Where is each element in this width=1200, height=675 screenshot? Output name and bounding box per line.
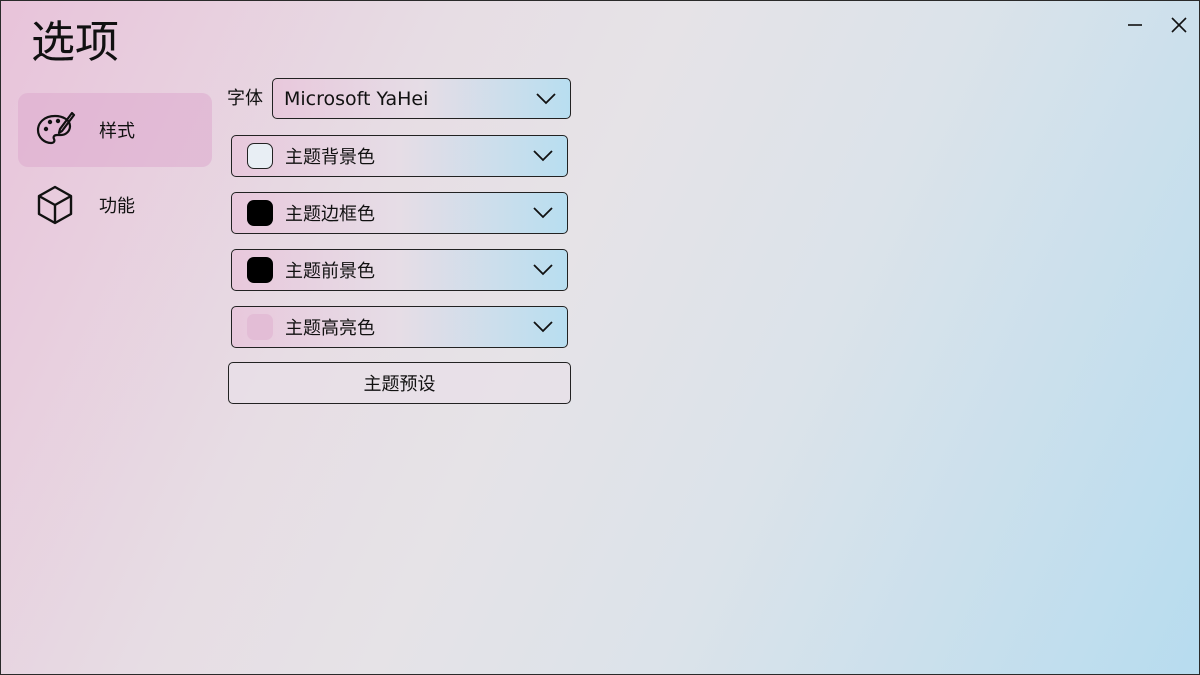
theme-preset-button[interactable]: 主题预设: [228, 362, 571, 404]
cube-icon: [33, 183, 77, 227]
theme-background-color-select[interactable]: 主题背景色: [231, 135, 568, 177]
sidebar-item-label: 样式: [99, 121, 135, 142]
color-select-label: 主题高亮色: [285, 318, 375, 339]
chevron-down-icon: [533, 207, 553, 219]
close-button[interactable]: [1165, 11, 1193, 39]
sidebar-item-label: 功能: [99, 196, 135, 217]
theme-foreground-color-select[interactable]: 主题前景色: [231, 249, 568, 291]
close-icon: [1171, 17, 1187, 33]
page-title: 选项: [31, 17, 119, 68]
chevron-down-icon: [533, 264, 553, 276]
chevron-down-icon: [533, 150, 553, 162]
sidebar-item-style[interactable]: 样式: [18, 93, 212, 167]
color-select-label: 主题边框色: [285, 204, 375, 225]
options-window: 选项 样式 功能 字体 Microsoft YaHei 主题背景色 主题边框色 …: [0, 0, 1200, 675]
font-select[interactable]: Microsoft YaHei: [272, 78, 571, 119]
color-swatch: [247, 314, 273, 340]
color-select-label: 主题前景色: [285, 261, 375, 282]
theme-border-color-select[interactable]: 主题边框色: [231, 192, 568, 234]
chevron-down-icon: [533, 321, 553, 333]
palette-icon: [33, 108, 77, 152]
color-select-label: 主题背景色: [285, 147, 375, 168]
chevron-down-icon: [536, 92, 556, 104]
color-swatch: [247, 257, 273, 283]
font-select-value: Microsoft YaHei: [284, 87, 429, 110]
minimize-button[interactable]: [1121, 11, 1149, 39]
sidebar-item-features[interactable]: 功能: [18, 168, 212, 242]
minimize-icon: [1128, 24, 1142, 26]
theme-highlight-color-select[interactable]: 主题高亮色: [231, 306, 568, 348]
color-swatch: [247, 200, 273, 226]
color-swatch: [247, 143, 273, 169]
font-label: 字体: [227, 88, 263, 109]
